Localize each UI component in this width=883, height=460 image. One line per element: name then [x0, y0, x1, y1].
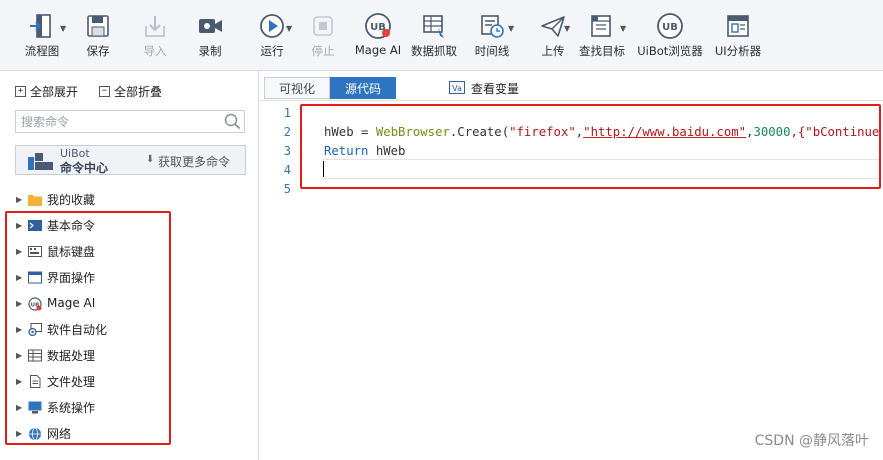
line-number: 4 — [283, 163, 291, 177]
flowchart-label: 流程图 — [24, 44, 60, 58]
chevron-down-icon[interactable]: ▼ — [564, 24, 570, 33]
record-button[interactable]: 录制 — [192, 0, 228, 70]
search-icon[interactable] — [224, 113, 241, 133]
mage-ai-icon: UB — [364, 12, 392, 40]
svg-text:UB: UB — [662, 22, 678, 33]
uibot-browser-label: UiBot浏览器 — [637, 44, 703, 58]
import-button[interactable]: 导入 — [137, 0, 173, 70]
expand-arrow-icon[interactable]: ▶ — [16, 195, 22, 204]
chevron-down-icon[interactable]: ▼ — [620, 24, 626, 33]
collapse-all-label: 全部折叠 — [114, 85, 163, 99]
uibot-browser-button[interactable]: UB UiBot浏览器 — [636, 0, 704, 70]
stop-label: 停止 — [311, 44, 335, 58]
download-icon: ⬇ — [146, 154, 155, 165]
save-icon — [84, 12, 112, 40]
expand-all-button[interactable]: + 全部展开 — [15, 83, 78, 100]
ui-analyzer-label: UI分析器 — [714, 44, 762, 58]
toolbar: ▼ 流程图 保存 导入 录制 ▼ 运行 停止 UB Mage AI 数据抓取 ▼… — [0, 0, 883, 71]
save-button[interactable]: 保存 — [80, 0, 116, 70]
plus-icon: + — [15, 86, 26, 97]
divider — [259, 100, 883, 101]
timeline-button[interactable]: ▼ 时间线 — [470, 0, 514, 70]
view-tabs: 可视化 源代码 — [264, 77, 397, 99]
timeline-icon — [478, 12, 506, 40]
mage-ai-button[interactable]: UB Mage AI — [353, 0, 403, 70]
record-label: 录制 — [198, 44, 222, 58]
save-label: 保存 — [86, 44, 110, 58]
command-center-button[interactable]: UiBot 命令中心 ⬇ 获取更多命令 — [15, 145, 246, 175]
collapse-all-button[interactable]: − 全部折叠 — [99, 83, 162, 100]
view-variables-label: 查看变量 — [471, 82, 520, 96]
highlight-box — [300, 104, 881, 189]
highlight-box — [5, 211, 171, 445]
tree-item-label: 我的收藏 — [47, 192, 96, 207]
command-center-logo-icon — [28, 153, 56, 173]
find-target-icon — [588, 12, 616, 40]
search-input[interactable] — [16, 111, 216, 132]
watermark: CSDN @静风落叶 — [754, 433, 869, 449]
mage-ai-label: Mage AI — [354, 43, 402, 57]
editor-area: 可视化 源代码 Va 查看变量 1 2 3 4 5 hWeb = WebBrow… — [259, 71, 883, 460]
stop-button[interactable]: 停止 — [305, 0, 341, 70]
tab-source[interactable]: 源代码 — [330, 77, 397, 99]
flowchart-icon — [28, 12, 56, 40]
find-target-button[interactable]: ▼ 查找目标 — [577, 0, 627, 70]
data-scrape-button[interactable]: 数据抓取 — [409, 0, 459, 70]
ui-analyzer-button[interactable]: UI分析器 — [711, 0, 765, 70]
tree-item-favorites[interactable]: ▶ 我的收藏 — [16, 189, 95, 209]
find-target-label: 查找目标 — [579, 44, 625, 58]
command-center-title: 命令中心 — [60, 161, 109, 175]
upload-label: 上传 — [541, 44, 565, 58]
minus-icon: − — [99, 86, 110, 97]
timeline-label: 时间线 — [474, 44, 510, 58]
flowchart-button[interactable]: ▼ 流程图 — [20, 0, 66, 70]
chevron-down-icon[interactable]: ▼ — [60, 24, 66, 33]
data-scrape-label: 数据抓取 — [411, 44, 457, 58]
upload-button[interactable]: ▼ 上传 — [531, 0, 575, 70]
tab-visual[interactable]: 可视化 — [264, 77, 331, 99]
run-label: 运行 — [260, 44, 284, 58]
command-panel: + 全部展开 − 全部折叠 UiBot 命令中心 ⬇ 获取更多命令 ▶ 我的收藏… — [0, 71, 259, 460]
ui-analyzer-icon — [724, 12, 752, 40]
stop-icon — [309, 12, 337, 40]
svg-text:Va: Va — [452, 84, 462, 93]
folder-icon — [28, 193, 42, 206]
line-number: 5 — [283, 182, 291, 196]
run-icon — [258, 12, 286, 40]
import-label: 导入 — [143, 44, 167, 58]
line-number: 2 — [283, 125, 291, 139]
line-number: 1 — [283, 106, 291, 120]
line-number: 3 — [283, 144, 291, 158]
get-more-commands-link[interactable]: 获取更多命令 — [158, 153, 230, 170]
view-variables-button[interactable]: Va 查看变量 — [449, 80, 519, 97]
data-scrape-icon — [420, 12, 448, 40]
run-button[interactable]: ▼ 运行 — [250, 0, 294, 70]
upload-icon — [539, 12, 567, 40]
chevron-down-icon[interactable]: ▼ — [508, 24, 514, 33]
search-box — [15, 110, 245, 133]
import-icon — [141, 12, 169, 40]
expand-all-label: 全部展开 — [30, 85, 79, 99]
record-icon — [196, 12, 224, 40]
chevron-down-icon[interactable]: ▼ — [286, 24, 292, 33]
uibot-browser-icon: UB — [656, 12, 684, 40]
variable-icon: Va — [449, 80, 465, 97]
